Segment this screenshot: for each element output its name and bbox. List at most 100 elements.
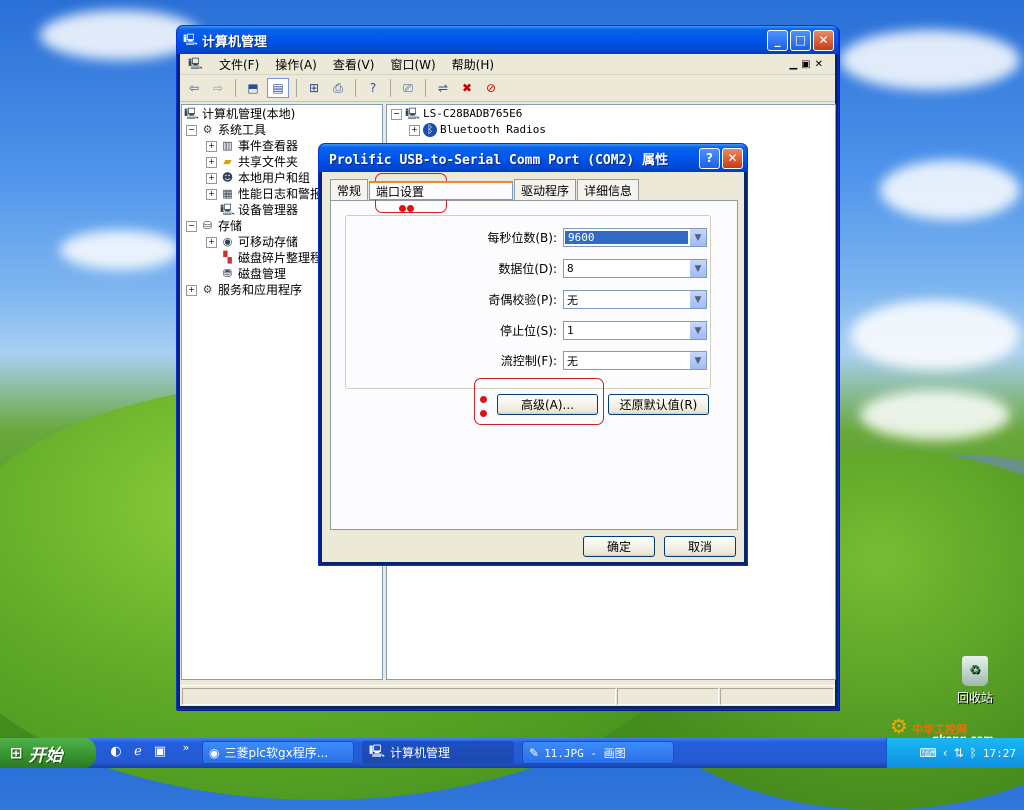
tree-item-storage[interactable]: 存储 (218, 218, 242, 234)
device-computer-name[interactable]: LS-C28BADB765E6 (423, 106, 522, 122)
taskbar: ⊞ 开始 ◐ ℯ ▣ » ◉ 三菱plc软gx程序... 🖳 计算机管理 ✎ 11.J… (0, 738, 1024, 768)
menu-window[interactable]: 窗口(W) (382, 56, 443, 73)
properties-icon[interactable]: ⊞ (304, 79, 324, 97)
computer-icon: 🖳 (184, 107, 199, 120)
tree-item-removable-storage[interactable]: 可移动存储 (238, 234, 298, 250)
mmc-icon: 🖳 (188, 57, 203, 70)
menu-bar: 🖳 文件(F) 操作(A) 查看(V) 窗口(W) 帮助(H) ▁▣✕ (180, 54, 835, 75)
quicklaunch-media-icon[interactable]: ▣ (152, 744, 168, 760)
menu-file[interactable]: 文件(F) (211, 56, 267, 73)
paint-icon: ✎ (529, 745, 540, 760)
help-button[interactable]: ? (699, 147, 720, 169)
chevron-down-icon[interactable]: ▼ (689, 291, 706, 308)
start-button[interactable]: ⊞ 开始 (0, 738, 96, 768)
help-icon[interactable]: ? (363, 79, 383, 97)
windows-logo-icon: ⊞ (10, 744, 23, 762)
device-bluetooth-radios[interactable]: Bluetooth Radios (440, 122, 546, 138)
update-driver-icon[interactable]: ⇌ (433, 79, 453, 97)
tree-item-local-users[interactable]: 本地用户和组 (238, 170, 310, 186)
tree-item-performance-logs[interactable]: 性能日志和警报 (238, 186, 322, 202)
maximize-button[interactable]: □ (790, 29, 811, 51)
title-bar[interactable]: 🖳 计算机管理 _ □ ✕ (177, 26, 838, 54)
tree-item-disk-management[interactable]: 磁盘管理 (238, 266, 286, 282)
disable-icon[interactable]: ⊘ (481, 79, 501, 97)
ok-button[interactable]: 确定 (583, 536, 655, 557)
computer-icon: 🖳 (405, 107, 420, 120)
performance-icon: ▦ (222, 187, 233, 200)
task-gx-program[interactable]: ◉ 三菱plc软gx程序... (202, 741, 354, 764)
status-bar (180, 685, 835, 706)
flow-control-select[interactable]: 无 ▼ (563, 351, 707, 370)
annotation-dot (407, 205, 414, 212)
computer-icon: 🖳 (183, 33, 198, 46)
show-tree-icon[interactable]: ▤ (267, 78, 289, 98)
child-window-controls[interactable]: ▁▣✕ (781, 59, 835, 70)
cancel-button[interactable]: 取消 (664, 536, 736, 557)
bluetooth-icon: ᛒ (423, 123, 437, 137)
dialog-title-bar[interactable]: Prolific USB-to-Serial Comm Port (COM2) … (319, 144, 747, 172)
dialog-title: Prolific USB-to-Serial Comm Port (COM2) … (329, 152, 669, 168)
menu-action[interactable]: 操作(A) (267, 56, 325, 73)
uninstall-icon[interactable]: ✖ (457, 79, 477, 97)
tab-details[interactable]: 详细信息 (577, 179, 640, 200)
up-folder-icon[interactable]: ⬒ (243, 79, 263, 97)
tree-root[interactable]: 计算机管理(本地) (202, 106, 295, 122)
tree-item-system-tools[interactable]: 系统工具 (218, 122, 266, 138)
gear-logo-icon: ⚙ (890, 714, 908, 738)
chevron-down-icon[interactable]: ▼ (689, 322, 706, 339)
quicklaunch-ie-icon[interactable]: ℯ (130, 744, 146, 760)
tab-strip: 常规 端口设置 驱动程序 详细信息 (330, 178, 640, 200)
minimize-button[interactable]: _ (767, 29, 788, 51)
close-button[interactable]: ✕ (813, 29, 834, 51)
restore-defaults-button[interactable]: 还原默认值(R) (608, 394, 709, 415)
stop-bits-select[interactable]: 1 ▼ (563, 321, 707, 340)
recycle-bin[interactable]: ♻ 回收站 (952, 656, 998, 706)
tab-port-settings[interactable]: 端口设置 (369, 181, 514, 200)
data-bits-label: 数据位(D): (498, 262, 557, 276)
bluetooth-tray-icon[interactable]: ᛒ (970, 746, 977, 760)
quicklaunch-qq-icon[interactable]: ◐ (108, 744, 124, 760)
tab-driver[interactable]: 驱动程序 (514, 179, 577, 200)
parity-select[interactable]: 无 ▼ (563, 290, 707, 309)
annotation-dot (480, 410, 487, 417)
menu-help[interactable]: 帮助(H) (444, 56, 502, 73)
network-icon[interactable]: ⇅ (954, 746, 964, 760)
port-settings-panel: 每秒位数(B): 9600 ▼ 数据位(D): 8 ▼ 奇偶校验(P): 无 ▼ 停止… (330, 200, 738, 530)
annotation-dot (399, 205, 406, 212)
event-viewer-icon: ▥ (222, 139, 233, 152)
print-icon[interactable]: ⎙ (328, 79, 348, 97)
bits-per-second-select[interactable]: 9600 ▼ (563, 228, 707, 247)
recycle-bin-label: 回收站 (956, 691, 993, 705)
shared-folder-icon: ▰ (223, 155, 232, 168)
chevron-down-icon[interactable]: ▼ (689, 352, 706, 369)
chevron-down-icon[interactable]: ▼ (689, 229, 706, 246)
field-stop-bits: 停止位(S): 1 ▼ (407, 321, 707, 340)
scan-hardware-icon[interactable]: ⎚ (398, 79, 418, 97)
keyboard-icon[interactable]: ⌨ (919, 746, 936, 760)
tree-item-event-viewer[interactable]: 事件查看器 (238, 138, 298, 154)
tray-expand-icon[interactable]: ‹ (943, 746, 948, 760)
computer-icon: 🖳 (369, 744, 386, 758)
quicklaunch-expand-icon[interactable]: » (178, 740, 194, 756)
task-computer-management[interactable]: 🖳 计算机管理 (362, 741, 514, 764)
field-bits-per-second: 每秒位数(B): 9600 ▼ (407, 228, 707, 247)
toolbar: ⇦ ⇨ ⬒ ▤ ⊞ ⎙ ? ⎚ ⇌ ✖ ⊘ (180, 75, 835, 102)
recycle-bin-icon: ♻ (962, 656, 988, 686)
dialog-close-button[interactable]: ✕ (722, 147, 743, 169)
data-bits-select[interactable]: 8 ▼ (563, 259, 707, 278)
back-icon[interactable]: ⇦ (184, 79, 204, 97)
tree-item-services-apps[interactable]: 服务和应用程序 (218, 282, 302, 298)
tree-item-shared-folders[interactable]: 共享文件夹 (238, 154, 298, 170)
disk-management-icon: ⛃ (222, 267, 233, 280)
tools-icon: ⚙ (202, 123, 213, 136)
field-flow-control: 流控制(F): 无 ▼ (407, 351, 707, 370)
tab-general[interactable]: 常规 (330, 179, 369, 200)
flow-control-label: 流控制(F): (500, 354, 557, 368)
forward-icon[interactable]: ⇨ (208, 79, 228, 97)
clock[interactable]: 17:27 (983, 747, 1016, 760)
tree-item-device-manager[interactable]: 设备管理器 (238, 202, 298, 218)
parity-label: 奇偶校验(P): (488, 293, 557, 307)
chevron-down-icon[interactable]: ▼ (689, 260, 706, 277)
task-paint[interactable]: ✎ 11.JPG - 画图 (522, 741, 674, 764)
menu-view[interactable]: 查看(V) (325, 56, 383, 73)
